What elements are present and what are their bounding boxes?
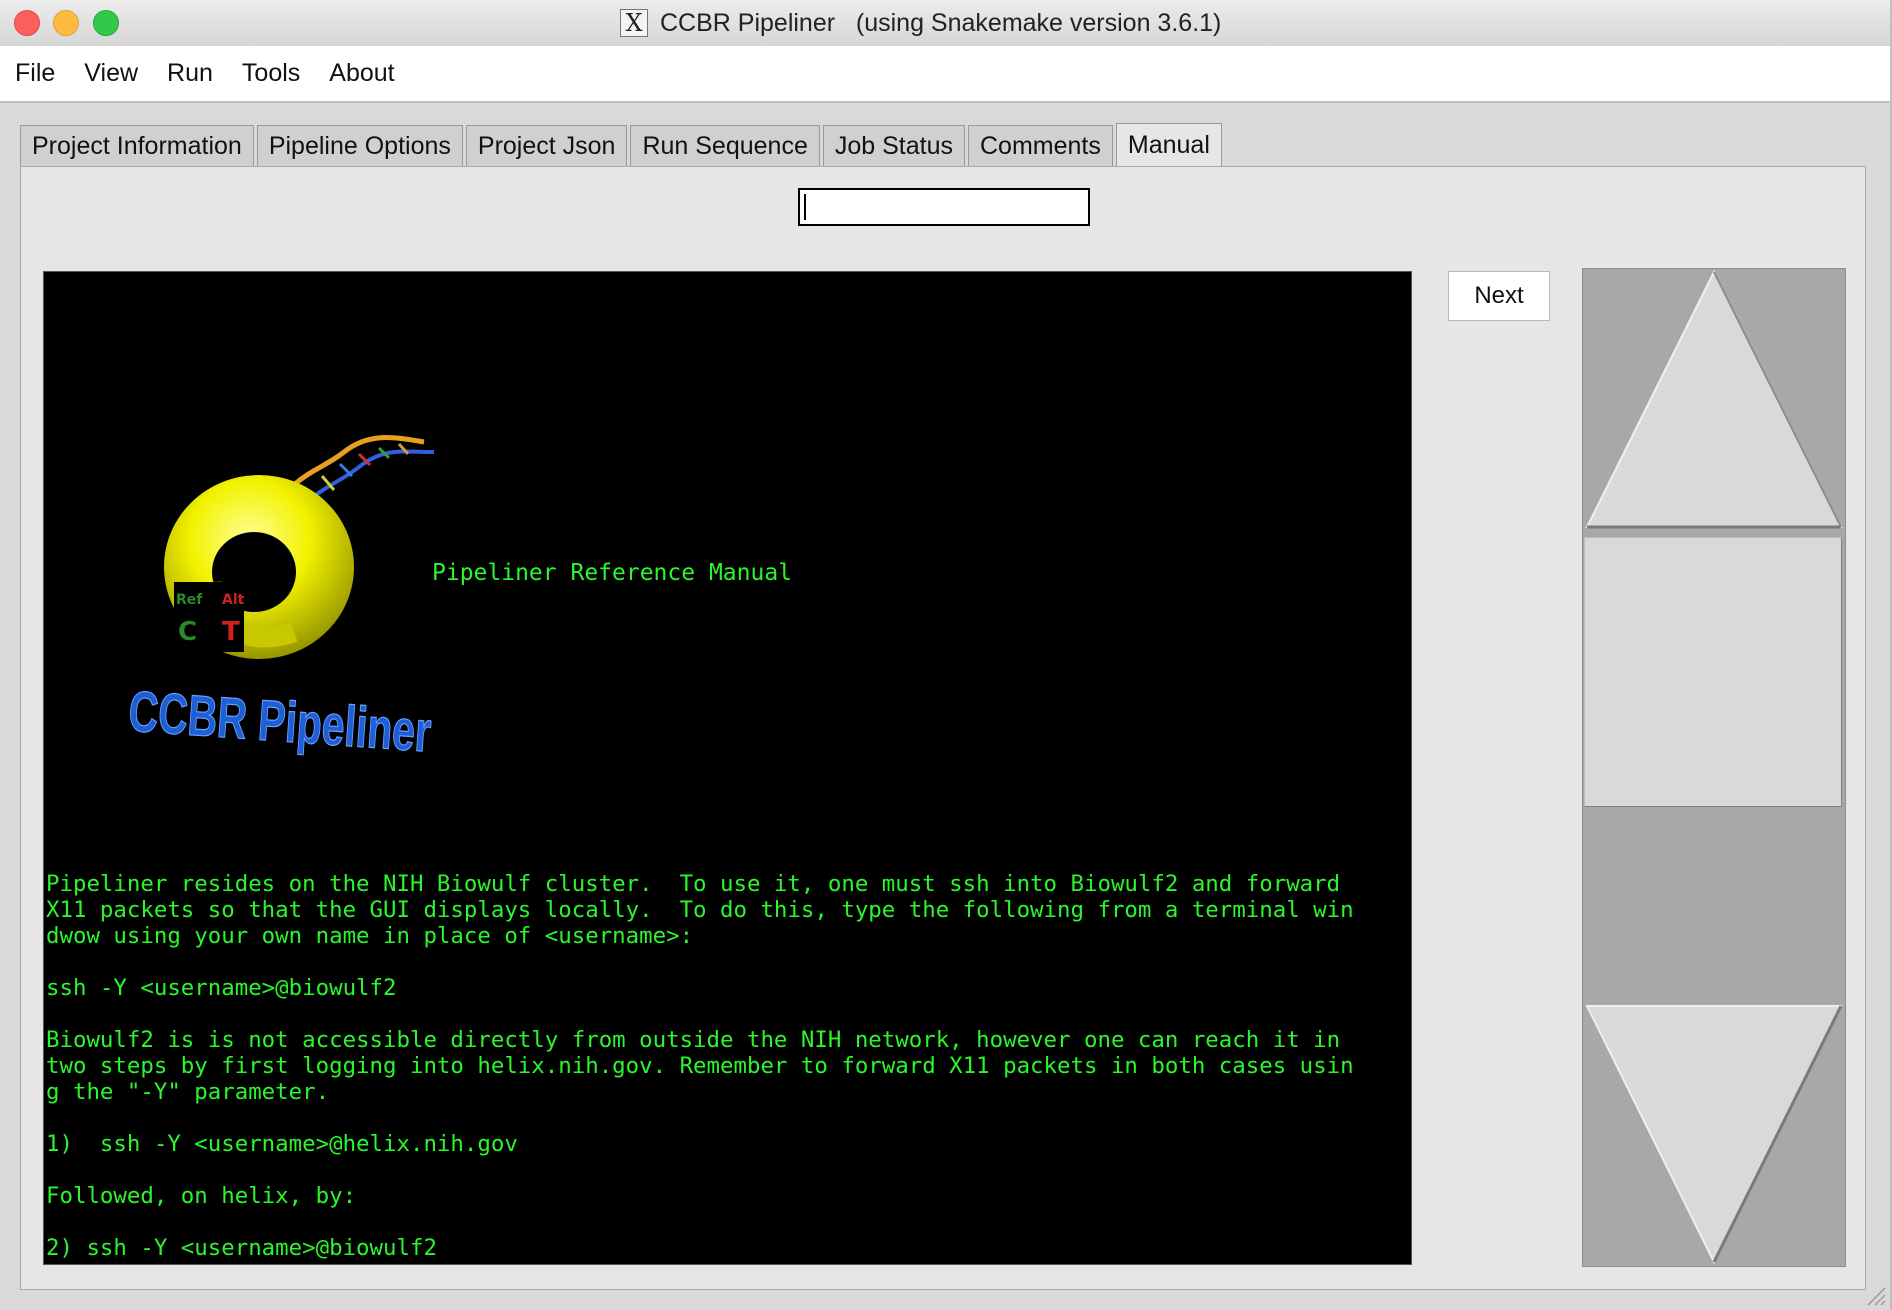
svg-text:C: C <box>178 617 197 647</box>
menu-run[interactable]: Run <box>167 59 213 88</box>
tab-bar: Project Information Pipeline Options Pro… <box>20 123 1225 167</box>
manual-text-area[interactable]: Ref Alt C T CCBR Pipeliner Pipeliner Ref… <box>43 271 1412 1265</box>
window-title-group: X CCBR Pipeliner (using Snakemake versio… <box>620 6 1221 40</box>
menu-view[interactable]: View <box>84 59 138 88</box>
triangle-up-icon[interactable] <box>1583 269 1845 533</box>
manual-line: ssh -Y <username>@biowulf2 <box>46 975 397 1001</box>
menu-tools[interactable]: Tools <box>242 59 300 88</box>
vertical-scrollbar[interactable] <box>1582 268 1846 1267</box>
tab-project-json[interactable]: Project Json <box>465 125 628 167</box>
svg-text:T: T <box>222 617 240 647</box>
ccbr-pipeliner-logo: Ref Alt C T CCBR Pipeliner <box>126 435 435 762</box>
tab-manual[interactable]: Manual <box>1115 123 1222 167</box>
resize-grip-icon[interactable] <box>1864 1284 1886 1306</box>
menu-about[interactable]: About <box>329 59 394 88</box>
manual-line: Biowulf2 is is not accessible directly f… <box>46 1027 1341 1053</box>
next-button[interactable]: Next <box>1448 271 1550 321</box>
manual-line: Followed, on helix, by: <box>46 1183 357 1209</box>
manual-panel: Ref Alt C T CCBR Pipeliner Pipeliner Ref… <box>20 166 1866 1290</box>
window-minimize-icon[interactable] <box>53 10 79 36</box>
tab-comments[interactable]: Comments <box>968 125 1113 167</box>
window-title: CCBR Pipeliner (using Snakemake version … <box>660 8 1222 37</box>
tab-project-information[interactable]: Project Information <box>20 125 254 167</box>
menu-file[interactable]: File <box>15 59 55 88</box>
manual-body: Pipeliner resides on the NIH Biowulf clu… <box>46 871 1408 1261</box>
window-close-icon[interactable] <box>14 10 40 36</box>
manual-line <box>46 949 1408 975</box>
manual-heading: Pipeliner Reference Manual <box>432 560 793 586</box>
manual-line <box>46 1001 1408 1027</box>
manual-line: 1) ssh -Y <username>@helix.nih.gov <box>46 1131 518 1157</box>
manual-line: two steps by first logging into helix.ni… <box>46 1053 1354 1079</box>
menu-bar: File View Run Tools About <box>0 46 1890 103</box>
x11-icon: X <box>620 9 648 37</box>
title-bar: X CCBR Pipeliner (using Snakemake versio… <box>0 0 1890 47</box>
triangle-down-icon[interactable] <box>1583 1002 1845 1266</box>
svg-text:Ref: Ref <box>176 592 203 608</box>
manual-line <box>46 1157 1408 1183</box>
app-window: X CCBR Pipeliner (using Snakemake versio… <box>0 0 1892 1310</box>
manual-line: X11 packets so that the GUI displays loc… <box>46 897 1354 923</box>
manual-line: g the "-Y" parameter. <box>46 1079 330 1105</box>
svg-text:Alt: Alt <box>222 592 245 608</box>
manual-line <box>46 1105 1408 1131</box>
svg-text:CCBR Pipeliner: CCBR Pipeliner <box>127 679 434 762</box>
manual-line: 2) ssh -Y <username>@biowulf2 <box>46 1235 437 1261</box>
search-input[interactable] <box>798 188 1090 226</box>
tab-job-status[interactable]: Job Status <box>822 125 965 167</box>
tab-run-sequence[interactable]: Run Sequence <box>630 125 820 167</box>
manual-line: dwow using your own name in place of <us… <box>46 923 694 949</box>
scroll-thumb[interactable] <box>1584 537 1842 807</box>
window-maximize-icon[interactable] <box>93 10 119 36</box>
tab-pipeline-options[interactable]: Pipeline Options <box>256 125 463 167</box>
manual-line <box>46 1209 1408 1235</box>
text-caret <box>804 194 806 220</box>
manual-line: Pipeliner resides on the NIH Biowulf clu… <box>46 871 1341 897</box>
